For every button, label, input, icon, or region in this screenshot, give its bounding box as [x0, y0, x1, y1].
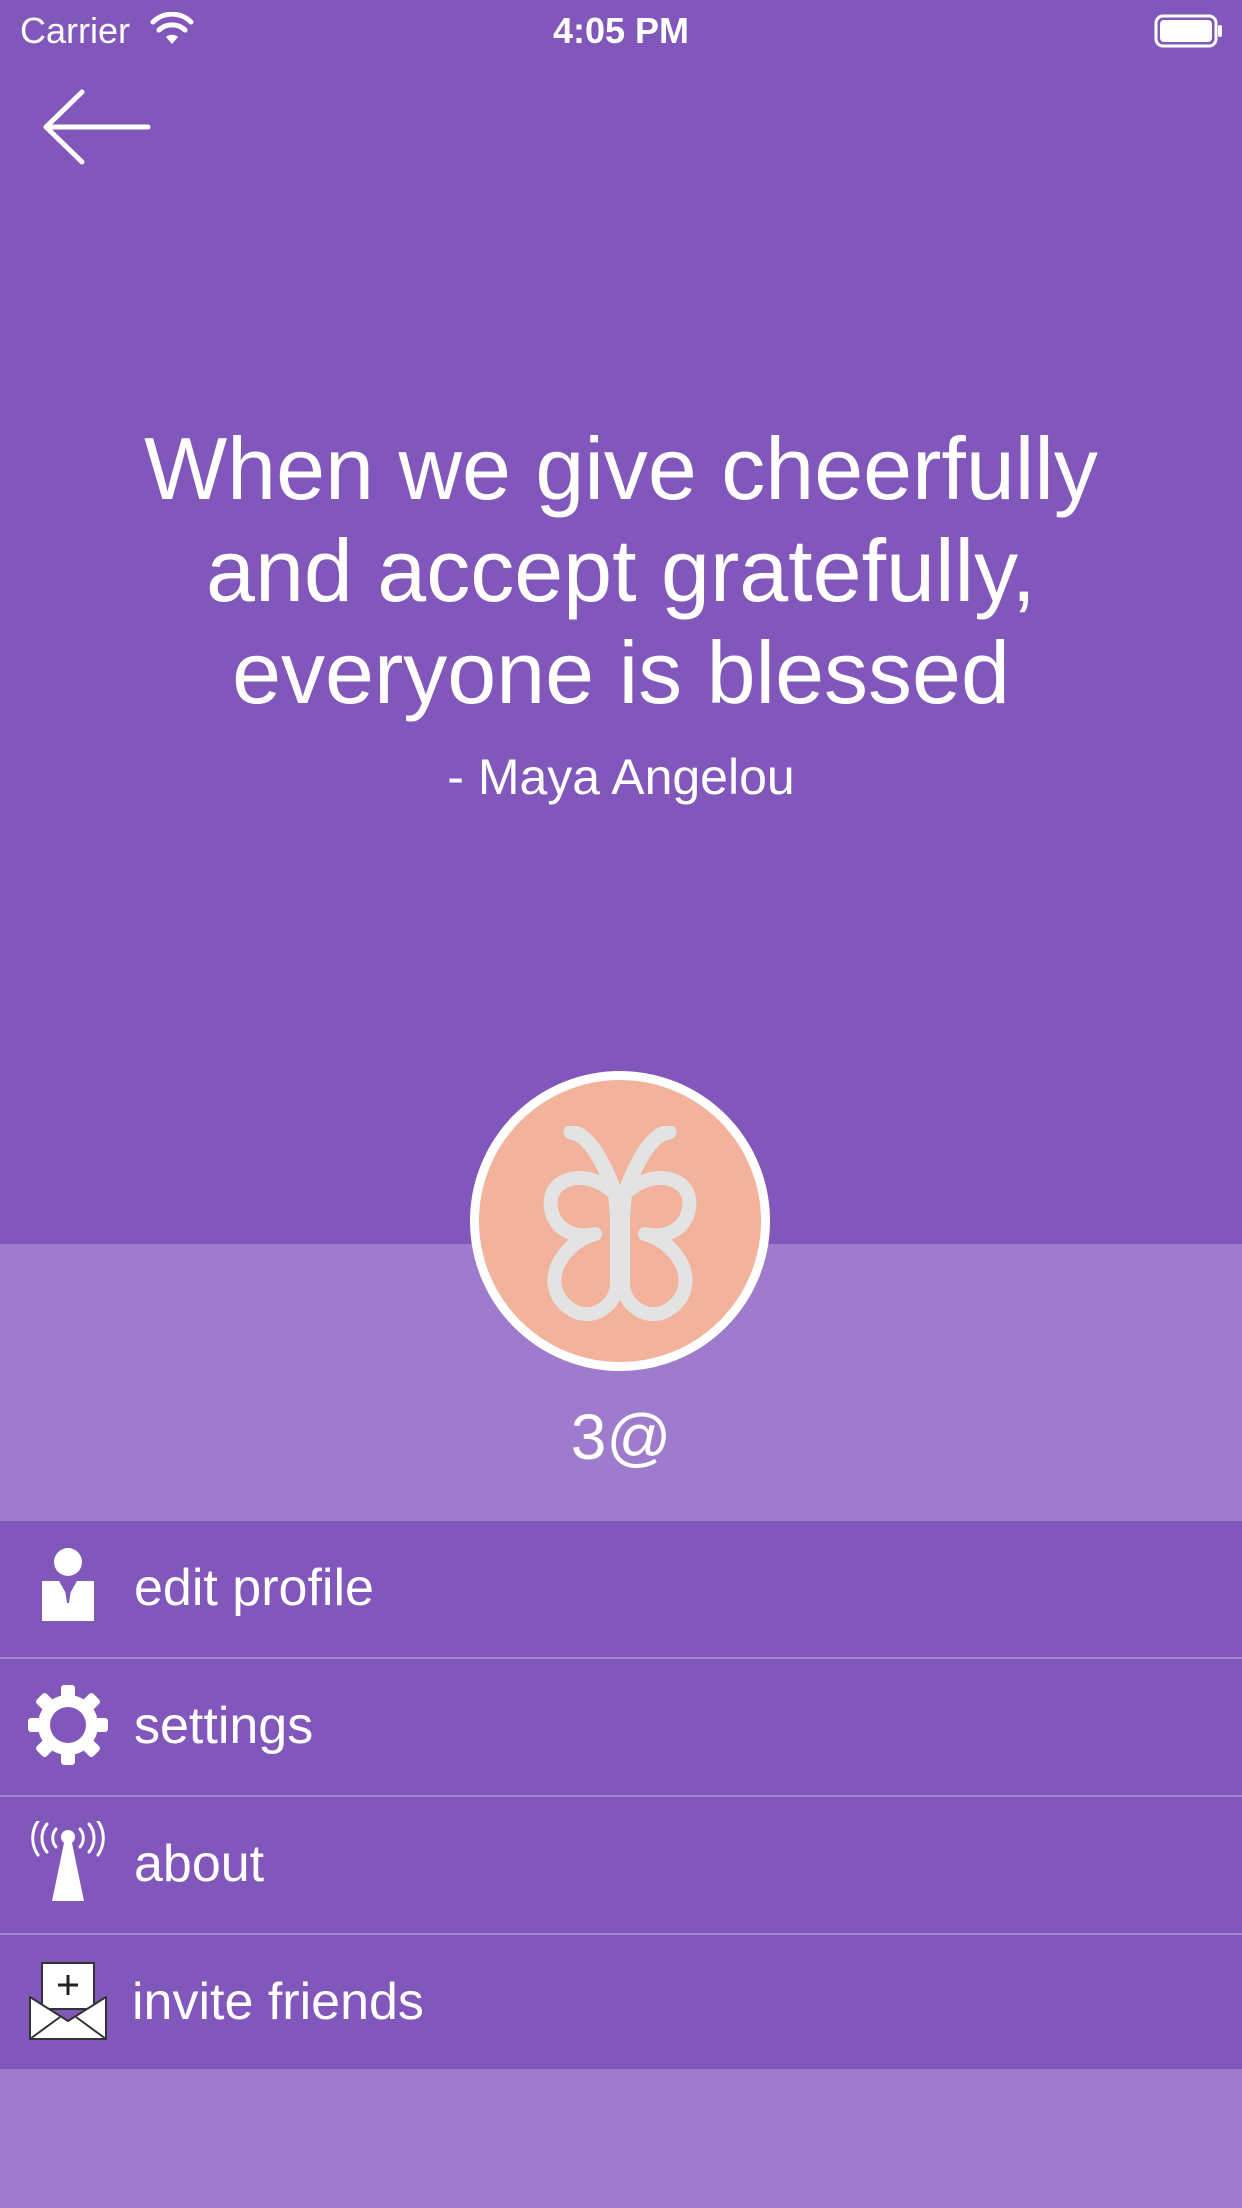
butterfly-icon	[543, 1126, 697, 1321]
status-time: 4:05 PM	[552, 10, 690, 51]
menu-item-about[interactable]: about	[0, 1797, 1242, 1935]
menu-label-settings: settings	[134, 1697, 314, 1755]
menu-label-about: about	[134, 1835, 265, 1893]
menu-item-settings[interactable]: settings	[0, 1659, 1242, 1797]
menu-label-edit-profile: edit profile	[134, 1559, 374, 1617]
username: 3@	[570, 1401, 672, 1473]
back-arrow-icon[interactable]	[40, 84, 160, 170]
gear-icon	[28, 1685, 108, 1765]
antenna-icon	[31, 1821, 105, 1901]
envelope-plus-icon	[29, 1962, 107, 2040]
profile-screen: Carrier 4:05 PM When we give cheerfully …	[0, 0, 1242, 2208]
profile-menu: edit profile settings about invite frien…	[0, 1521, 1242, 2069]
menu-label-invite-friends: invite friends	[132, 1973, 424, 2031]
menu-item-edit-profile[interactable]: edit profile	[0, 1521, 1242, 1659]
person-icon	[42, 1548, 94, 1621]
status-bar: Carrier 4:05 PM	[0, 0, 1242, 62]
battery-icon	[1154, 14, 1222, 48]
quote-author: - Maya Angelou	[447, 749, 795, 805]
quote-text: When we give cheerfully and accept grate…	[144, 419, 1098, 722]
bottom-band	[0, 2069, 1242, 2208]
menu-item-invite-friends[interactable]: invite friends	[0, 1935, 1242, 2071]
avatar[interactable]	[470, 1071, 770, 1371]
